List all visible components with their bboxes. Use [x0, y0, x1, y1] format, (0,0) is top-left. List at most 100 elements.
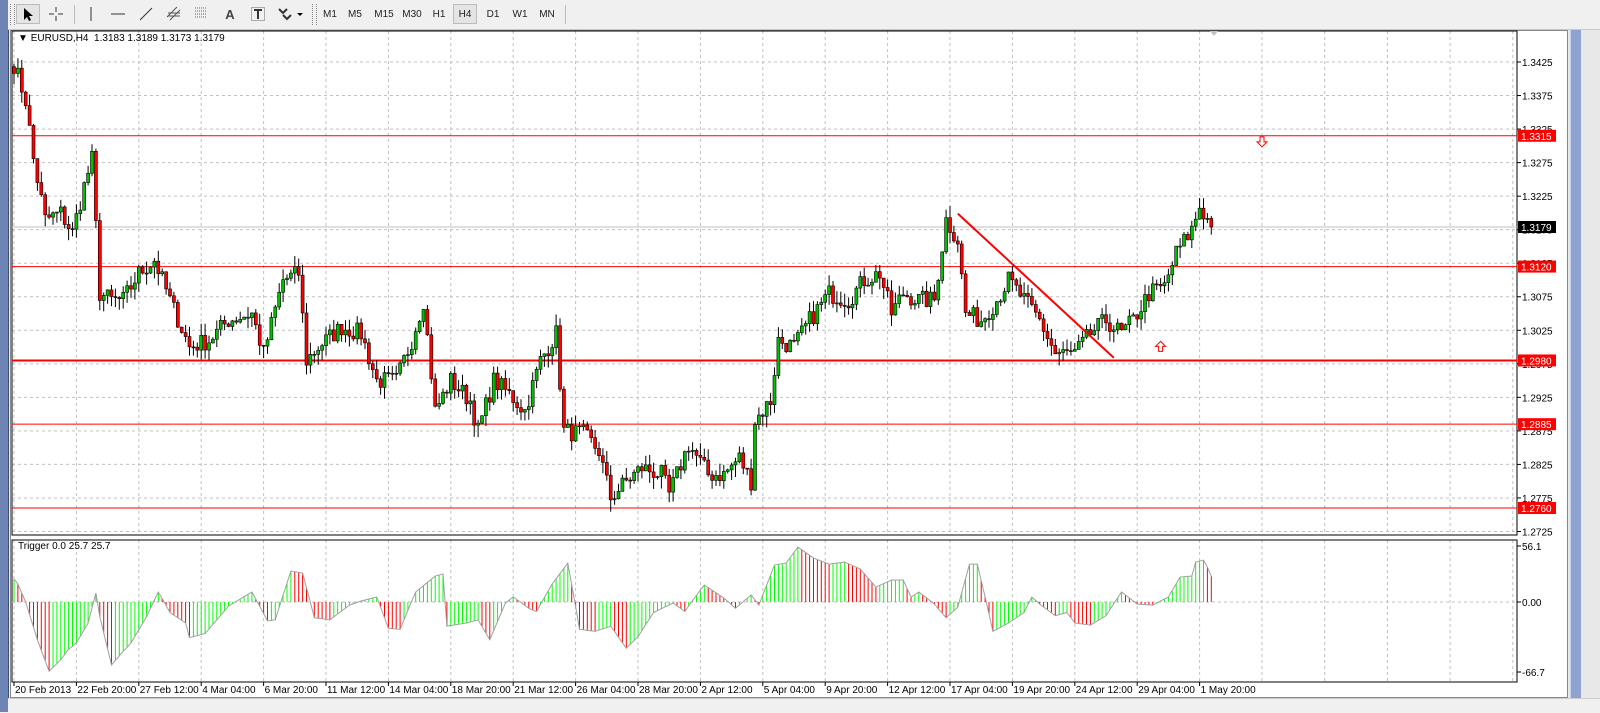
candle — [203, 335, 207, 351]
candle — [718, 475, 722, 482]
candle — [1076, 341, 1081, 350]
time-label: 5 Apr 04:00 — [764, 685, 816, 696]
candle — [187, 336, 192, 348]
price-level-label: 1.2885 — [1521, 420, 1552, 431]
time-label: 12 Apr 12:00 — [889, 685, 946, 696]
trendline — [957, 212, 1115, 359]
candle — [690, 450, 695, 452]
candle — [913, 303, 917, 306]
candle — [1080, 336, 1085, 342]
candle — [90, 151, 94, 174]
candle — [491, 372, 496, 403]
time-label: 19 Apr 20:00 — [1013, 685, 1070, 696]
time-label: 26 Mar 04:00 — [577, 685, 636, 696]
candle — [1178, 245, 1182, 248]
candle — [803, 323, 808, 327]
candle — [589, 429, 594, 438]
candle — [47, 214, 51, 218]
candle — [78, 209, 83, 214]
candle — [772, 375, 777, 405]
candle — [425, 309, 430, 336]
candle — [940, 251, 945, 281]
candle — [168, 288, 172, 297]
candle — [437, 403, 441, 407]
candle — [604, 462, 609, 476]
candle — [663, 465, 668, 476]
candle — [292, 266, 297, 274]
candle — [363, 338, 367, 344]
candle — [659, 465, 664, 477]
candle — [335, 323, 340, 342]
candle — [1053, 345, 1058, 355]
candle — [725, 469, 730, 472]
candle — [324, 334, 328, 347]
candle — [1096, 318, 1100, 331]
candle — [909, 296, 913, 306]
candle — [51, 212, 55, 218]
candle — [815, 304, 820, 325]
candle — [1057, 352, 1061, 355]
candle — [1190, 225, 1194, 241]
candle — [640, 466, 644, 472]
candle — [881, 277, 886, 288]
candle — [250, 312, 254, 319]
candle — [729, 464, 734, 471]
price-level-label: 1.3315 — [1521, 132, 1552, 143]
candle — [480, 415, 484, 424]
candle — [1014, 279, 1019, 286]
candle — [445, 391, 449, 394]
candle — [261, 345, 266, 347]
candle — [1049, 338, 1054, 346]
candle — [308, 354, 313, 366]
candle — [331, 329, 336, 342]
candle — [967, 312, 972, 316]
candle — [70, 228, 75, 230]
candle — [476, 422, 480, 426]
candle — [101, 295, 106, 301]
candle — [179, 326, 184, 333]
candle — [624, 477, 629, 481]
time-label: 21 Mar 12:00 — [514, 685, 573, 696]
candle — [889, 290, 894, 316]
candle — [265, 339, 270, 347]
candle — [1069, 350, 1073, 352]
candle — [339, 323, 344, 336]
candle — [215, 328, 219, 340]
collapse-triangle-icon[interactable]: ▼ — [18, 33, 28, 44]
vertical-scrollbar[interactable] — [1568, 30, 1600, 698]
candle — [1162, 282, 1167, 287]
candle — [612, 498, 617, 501]
candle — [152, 260, 157, 268]
candle — [952, 232, 956, 242]
chart-canvas[interactable]: 20 Feb 2013 22 Feb 20:00 27 Feb 12:00 4 Mar… — [0, 0, 1600, 712]
candle — [55, 211, 59, 214]
candle — [811, 311, 816, 325]
candle — [944, 217, 948, 253]
time-label: 1 May 20:00 — [1201, 685, 1256, 696]
candle — [542, 353, 547, 357]
candle — [608, 474, 613, 501]
scrollbar-thumb[interactable] — [1570, 30, 1581, 698]
candle — [593, 437, 597, 449]
candle — [367, 342, 371, 365]
candle — [1170, 265, 1175, 276]
candle — [207, 342, 211, 351]
status-area — [8, 698, 1600, 713]
price-level-label: 1.2760 — [1521, 504, 1552, 515]
candle — [846, 305, 851, 309]
candle — [682, 451, 687, 471]
candle — [86, 172, 90, 183]
candle — [955, 240, 960, 245]
chart-shift-marker-icon — [1210, 31, 1218, 36]
time-label: 22 Feb 20:00 — [77, 685, 136, 696]
candle — [1131, 314, 1136, 317]
candle — [62, 206, 67, 225]
time-label: 29 Apr 04:00 — [1138, 685, 1195, 696]
candle — [916, 294, 921, 304]
candle — [866, 284, 870, 287]
candle — [1112, 329, 1116, 332]
candle — [928, 291, 933, 307]
candle — [359, 322, 363, 340]
candle — [300, 274, 305, 314]
candle — [1022, 293, 1026, 297]
